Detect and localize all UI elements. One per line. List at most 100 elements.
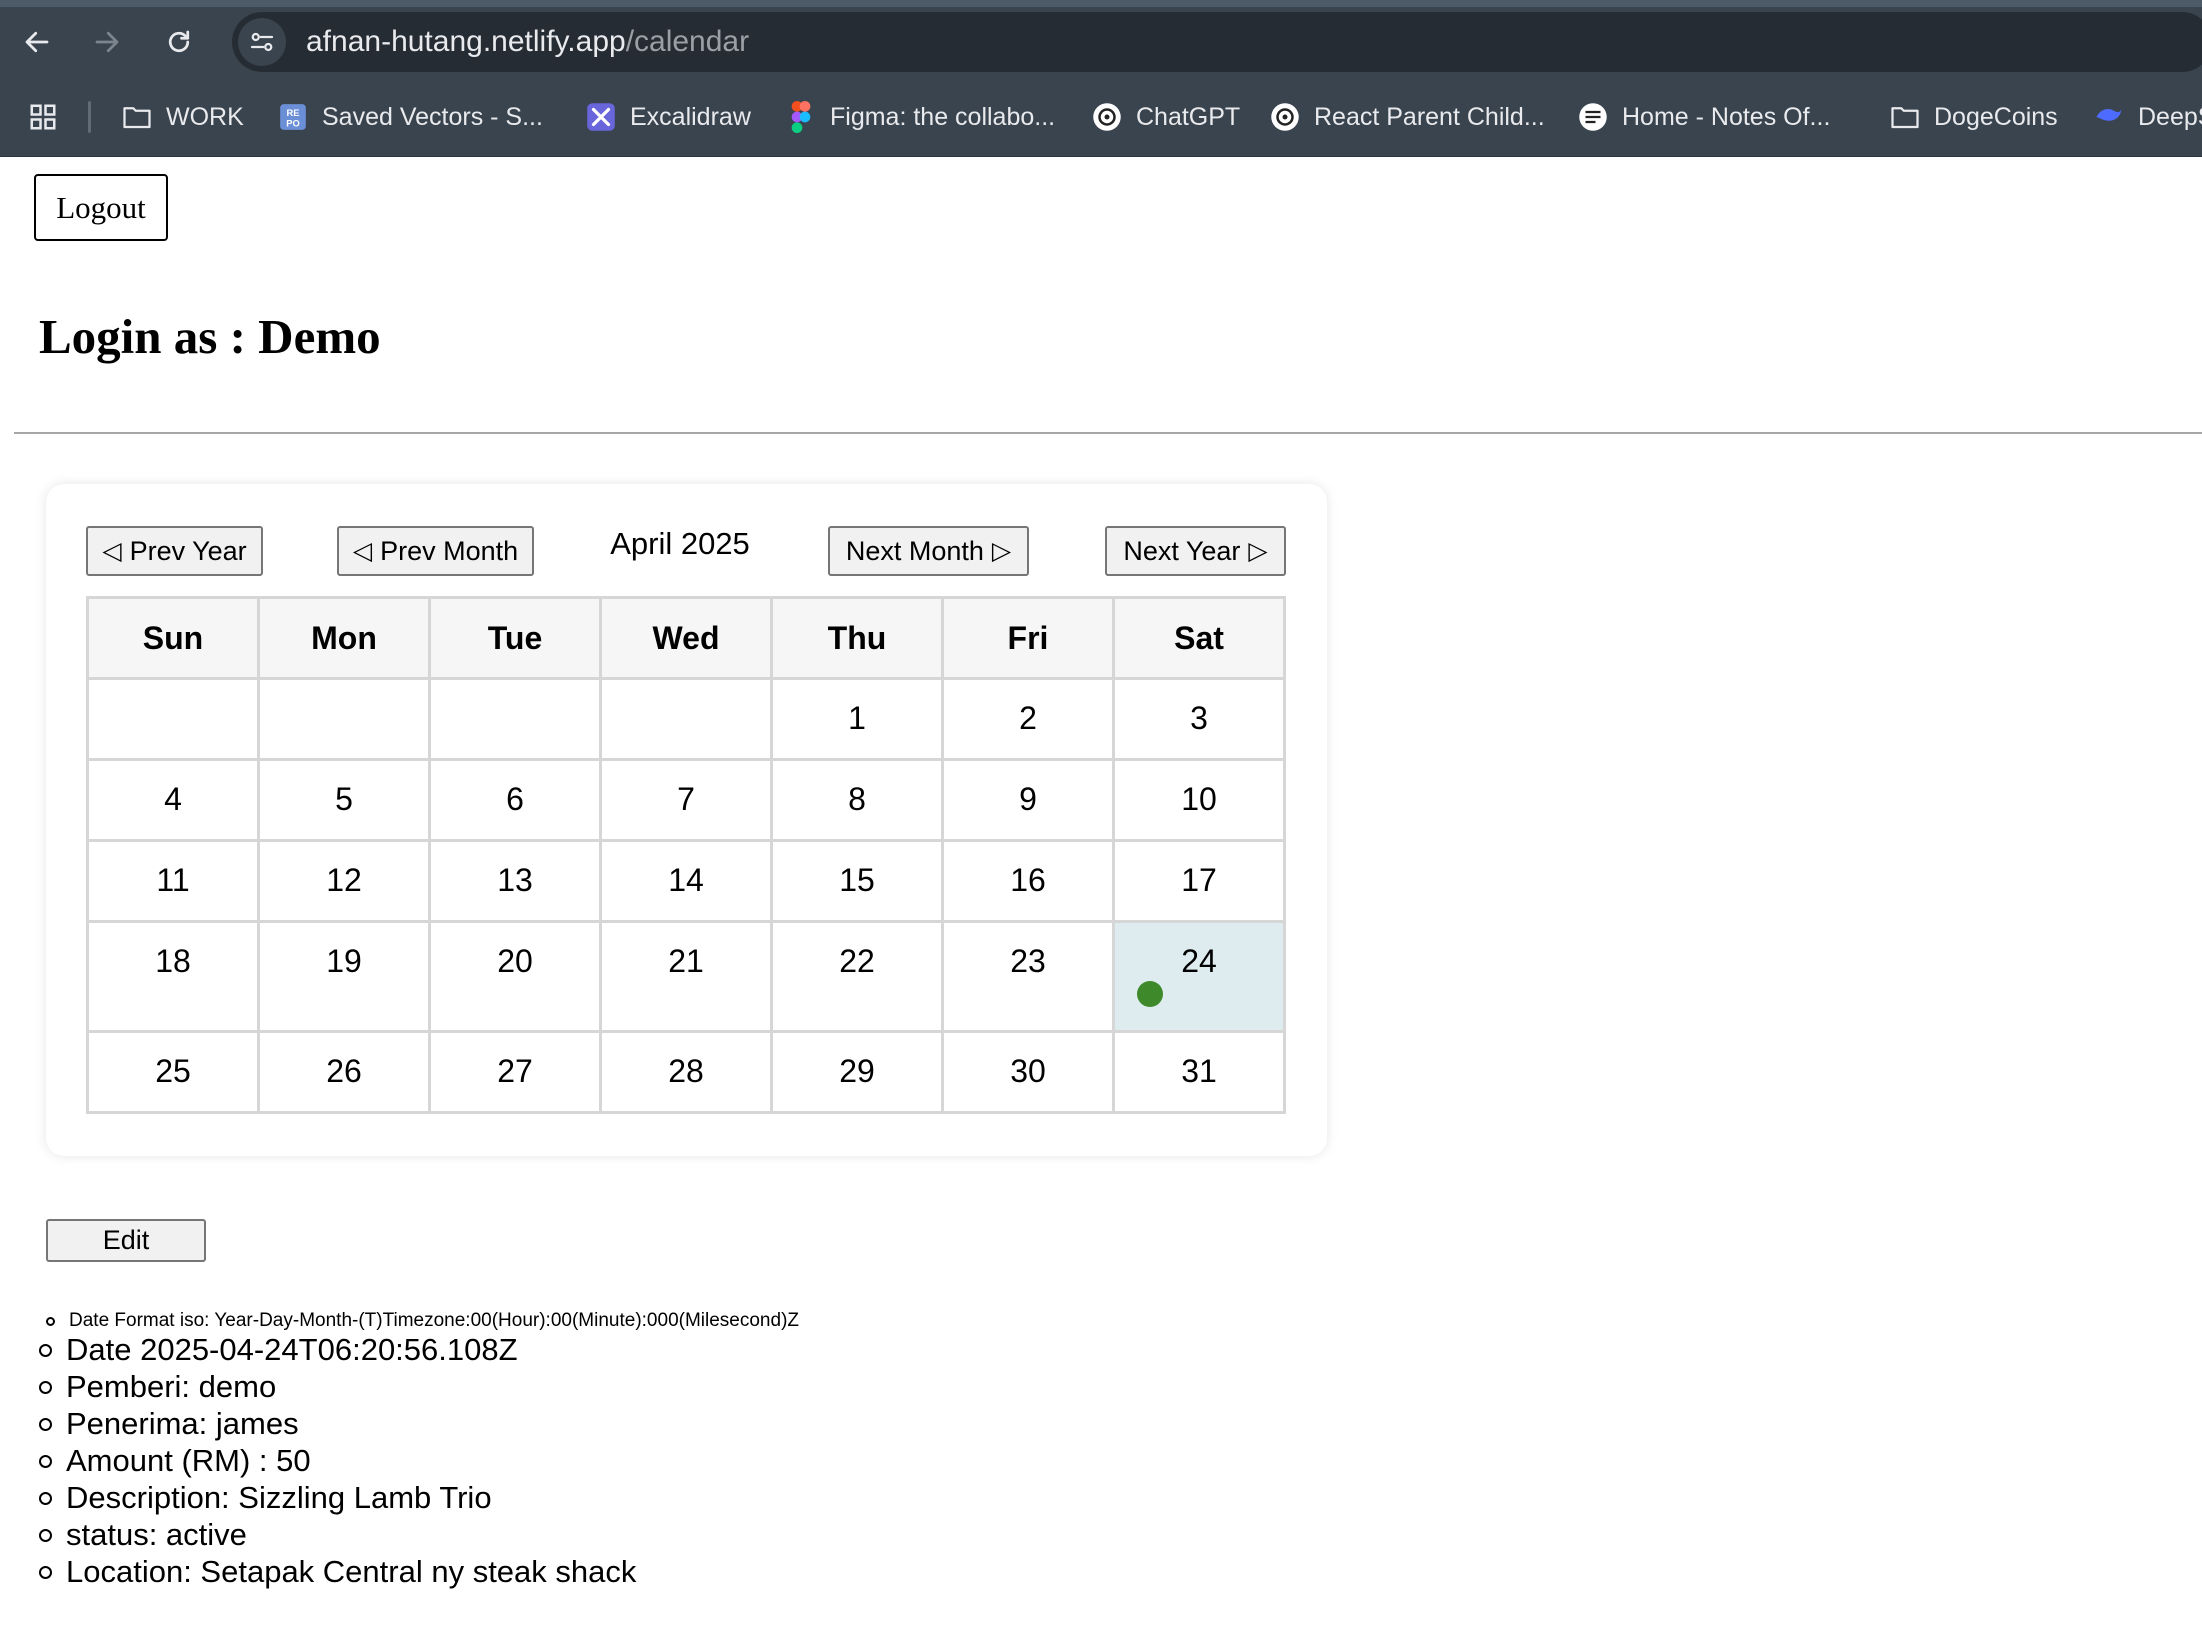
day-cell[interactable]: 5 <box>257 758 431 842</box>
day-number: 24 <box>1181 943 1217 979</box>
site-info-button[interactable] <box>238 18 286 66</box>
prev-month-button[interactable]: ◁ Prev Month <box>337 526 534 576</box>
address-bar[interactable]: afnan-hutang.netlify.app/calendar <box>232 12 2202 72</box>
bookmark-label: React Parent Child... <box>1314 102 1545 131</box>
bookmark-label: ChatGPT <box>1136 102 1241 131</box>
triangle-right-icon: ▷ <box>1248 537 1268 565</box>
apps-grid-icon <box>28 102 58 132</box>
day-cell[interactable]: 20 <box>428 920 602 1033</box>
list-item: Date Format iso: Year-Day-Month-(T)Timez… <box>39 1310 799 1332</box>
repo-icon: RE PO <box>278 102 308 132</box>
day-cell[interactable]: 1 <box>770 677 944 761</box>
bookmark-deepseek[interactable]: DeepS <box>2094 97 2202 137</box>
bookmark-label: DeepS <box>2138 102 2202 131</box>
circle-bullet-icon <box>39 1343 52 1357</box>
day-cell[interactable]: 21 <box>599 920 773 1033</box>
list-item: Penerima: james <box>39 1406 299 1442</box>
triangle-left-icon: ◁ <box>102 537 122 565</box>
bookmark-label: Excalidraw <box>630 102 751 131</box>
day-cell[interactable]: 23 <box>941 920 1115 1033</box>
day-cell[interactable]: 6 <box>428 758 602 842</box>
day-cell[interactable]: 17 <box>1112 839 1286 923</box>
next-month-label: Next Month <box>845 535 984 566</box>
bookmark-figma[interactable]: Figma: the collabo... <box>786 97 1055 137</box>
day-cell[interactable]: 10 <box>1112 758 1286 842</box>
detail-text: status: active <box>66 1517 247 1552</box>
day-cell[interactable]: 27 <box>428 1030 602 1114</box>
day-cell[interactable]: 3 <box>1112 677 1286 761</box>
bookmarks-separator <box>88 101 91 133</box>
day-cell[interactable]: 30 <box>941 1030 1115 1114</box>
prev-year-label: Prev Year <box>129 535 247 566</box>
circle-bullet-icon <box>39 1491 52 1505</box>
forward-button[interactable] <box>82 17 132 67</box>
browser-toolbar: afnan-hutang.netlify.app/calendar <box>0 7 2202 77</box>
arrow-left-icon <box>25 31 49 53</box>
weekday-header: Tue <box>428 596 602 680</box>
circle-bullet-icon <box>39 1454 52 1468</box>
next-month-button[interactable]: Next Month ▷ <box>828 526 1029 576</box>
day-cell[interactable]: 7 <box>599 758 773 842</box>
list-item: Description: Sizzling Lamb Trio <box>39 1480 492 1516</box>
detail-text: Date 2025-04-24T06:20:56.108Z <box>66 1332 518 1367</box>
apps-button[interactable] <box>28 97 58 137</box>
weekday-header-row: Sun Mon Tue Wed Thu Fri Sat <box>86 596 1286 680</box>
day-cell[interactable]: 26 <box>257 1030 431 1114</box>
week-row: 4 5 6 7 8 9 10 <box>86 758 1286 842</box>
svg-text:PO: PO <box>286 118 299 128</box>
day-cell[interactable]: 8 <box>770 758 944 842</box>
day-cell-selected[interactable]: 24 <box>1112 920 1286 1033</box>
day-cell-empty <box>428 677 602 761</box>
logout-button[interactable]: Logout <box>34 174 168 241</box>
bookmark-label: WORK <box>166 102 244 131</box>
day-cell[interactable]: 31 <box>1112 1030 1286 1114</box>
day-cell[interactable]: 25 <box>86 1030 260 1114</box>
horizontal-divider <box>14 432 2202 434</box>
window-top-strip <box>0 0 2202 7</box>
next-year-label: Next Year <box>1123 535 1241 566</box>
day-cell[interactable]: 16 <box>941 839 1115 923</box>
day-cell[interactable]: 18 <box>86 920 260 1033</box>
prev-year-button[interactable]: ◁ Prev Year <box>86 526 263 576</box>
day-cell[interactable]: 15 <box>770 839 944 923</box>
arrow-right-icon <box>95 31 119 53</box>
weekday-header: Sun <box>86 596 260 680</box>
bookmark-react-parent-child[interactable]: React Parent Child... <box>1270 97 1545 137</box>
day-cell[interactable]: 29 <box>770 1030 944 1114</box>
bookmark-work[interactable]: WORK <box>122 97 244 137</box>
day-cell[interactable]: 28 <box>599 1030 773 1114</box>
detail-text: Description: Sizzling Lamb Trio <box>66 1480 492 1515</box>
circle-bullet-icon <box>39 1380 52 1394</box>
edit-button[interactable]: Edit <box>46 1219 206 1262</box>
day-cell[interactable]: 19 <box>257 920 431 1033</box>
day-cell[interactable]: 14 <box>599 839 773 923</box>
date-format-note: Date Format iso: Year-Day-Month-(T)Timez… <box>69 1310 799 1331</box>
bookmark-chatgpt[interactable]: ChatGPT <box>1092 97 1240 137</box>
day-cell[interactable]: 13 <box>428 839 602 923</box>
day-cell[interactable]: 4 <box>86 758 260 842</box>
bookmark-dogecoins[interactable]: DogeCoins <box>1890 97 2058 137</box>
back-button[interactable] <box>12 17 62 67</box>
day-cell[interactable]: 12 <box>257 839 431 923</box>
chatgpt-icon <box>1092 102 1122 132</box>
next-year-button[interactable]: Next Year ▷ <box>1105 526 1286 576</box>
day-cell[interactable]: 22 <box>770 920 944 1033</box>
reload-button[interactable] <box>154 17 204 67</box>
chatgpt-icon <box>1270 102 1300 132</box>
bookmark-saved-vectors[interactable]: RE PO Saved Vectors - S... <box>278 97 543 137</box>
circle-bullet-icon <box>39 1565 52 1579</box>
url-host: afnan-hutang.netlify.app <box>306 25 626 58</box>
circle-bullet-icon <box>39 1417 52 1431</box>
bookmark-home-notes[interactable]: Home - Notes Of... <box>1578 97 1830 137</box>
event-dot-icon[interactable] <box>1137 981 1163 1007</box>
week-row: 25 26 27 28 29 30 31 <box>86 1030 1286 1114</box>
bookmark-excalidraw[interactable]: Excalidraw <box>586 97 751 137</box>
day-cell[interactable]: 2 <box>941 677 1115 761</box>
day-cell[interactable]: 9 <box>941 758 1115 842</box>
circle-bullet-icon <box>46 1316 55 1326</box>
url-text[interactable]: afnan-hutang.netlify.app/calendar <box>306 26 749 58</box>
prev-month-label: Prev Month <box>380 535 519 566</box>
day-cell[interactable]: 11 <box>86 839 260 923</box>
list-item: Location: Setapak Central ny steak shack <box>39 1554 636 1590</box>
weekday-header: Thu <box>770 596 944 680</box>
